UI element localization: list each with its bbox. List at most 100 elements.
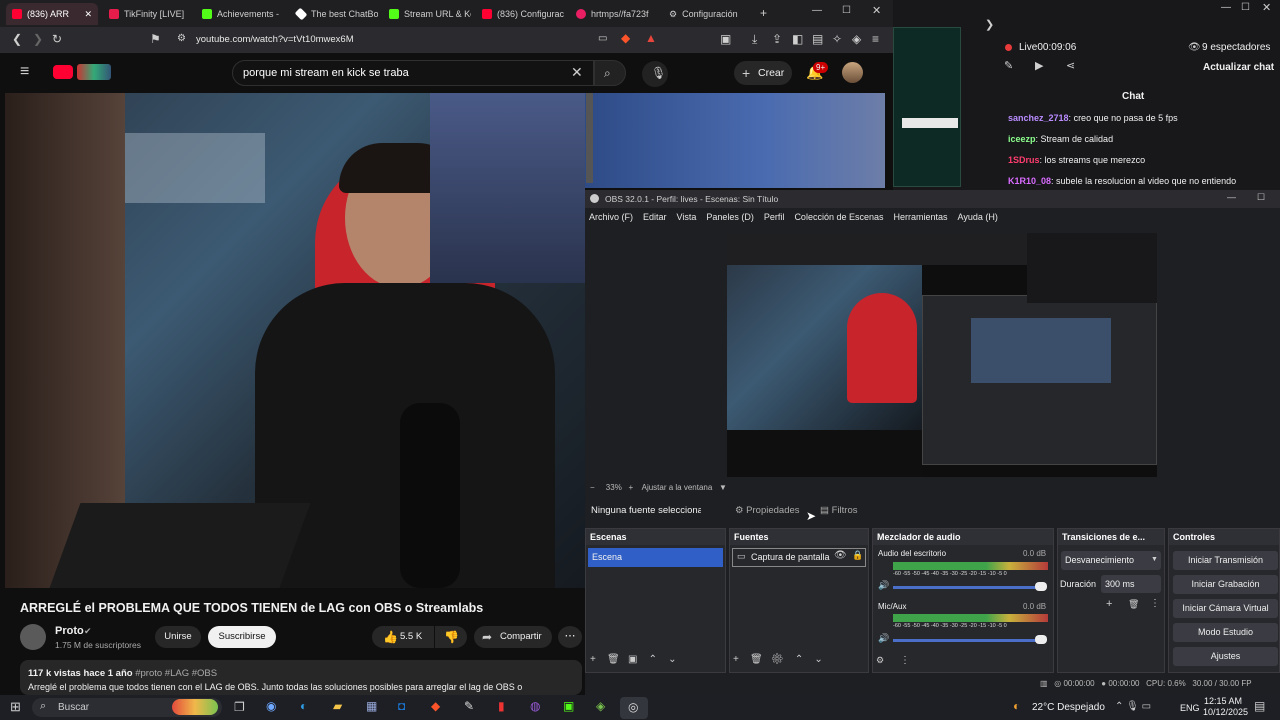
mic-tray-icon[interactable]: 🎙 — [1126, 701, 1139, 712]
close-window-icon[interactable]: ✕ — [1262, 3, 1271, 14]
clip-icon[interactable]: ▶ — [1035, 61, 1043, 72]
advanced-audio-icon[interactable]: ⚙ — [876, 656, 884, 665]
forward-icon[interactable]: ❯ — [33, 33, 43, 45]
tab-rtmp[interactable]: hrtmps//fa723f — [570, 3, 658, 25]
tab-youtube-config[interactable]: (836) Configurac — [476, 3, 564, 25]
minimize-icon[interactable]: — — [1221, 3, 1231, 13]
settings-button[interactable]: Ajustes — [1173, 647, 1278, 666]
copilot-icon[interactable]: ◉ — [266, 700, 276, 712]
volume-icon[interactable]: 🔊 — [878, 634, 889, 643]
tab-chatbot[interactable]: The best ChatBo — [290, 3, 378, 25]
add-transition-icon[interactable]: + — [1106, 599, 1112, 610]
new-tab-icon[interactable]: + — [760, 7, 767, 19]
channel-name[interactable]: Proto — [55, 625, 84, 637]
move-up-icon[interactable]: ⌃ — [795, 654, 803, 665]
store-icon[interactable]: ▦ — [366, 700, 377, 712]
windows-start-icon[interactable]: ⊞ — [10, 700, 21, 713]
fader-handle[interactable] — [1035, 635, 1047, 644]
menu-perfil[interactable]: Perfil — [764, 208, 785, 227]
remove-source-icon[interactable]: 🗑 — [750, 654, 763, 665]
studio-mode-button[interactable]: Modo Estudio — [1173, 623, 1278, 642]
scene-item[interactable]: Escena — [588, 548, 723, 567]
hamburger-icon[interactable]: ≡ — [20, 64, 29, 80]
source-settings-icon[interactable]: ⚙ — [771, 654, 784, 665]
expand-chevron-icon[interactable]: ❯ — [985, 20, 994, 31]
dislike-button[interactable]: 👎 — [435, 626, 467, 648]
join-button[interactable]: Unirse — [155, 626, 201, 648]
maximize-icon[interactable]: ☐ — [842, 6, 851, 16]
like-button[interactable]: 👍 5.5 K — [372, 626, 434, 648]
zoom-out-icon[interactable]: − — [590, 483, 595, 492]
reload-icon[interactable]: ↻ — [52, 33, 62, 45]
brave-icon[interactable]: ◆ — [431, 700, 440, 712]
close-window-icon[interactable]: ✕ — [872, 6, 881, 17]
page-scrollbar[interactable] — [586, 93, 593, 183]
clock[interactable]: 12:15 AM 10/12/2025 — [1203, 696, 1248, 718]
screenshot-icon[interactable]: ▣ — [720, 33, 731, 45]
tab-achievements[interactable]: Achievements - — [196, 3, 284, 25]
menu-archivo[interactable]: Archivo (F) — [589, 208, 633, 227]
obs-preview-canvas[interactable] — [727, 233, 1157, 477]
app-purple-icon[interactable]: ◍ — [530, 700, 540, 712]
tab-stream-url[interactable]: Stream URL & Ke — [383, 3, 471, 25]
share-button[interactable]: ➦ Compartir — [474, 626, 552, 648]
move-up-icon[interactable]: ⌃ — [649, 654, 657, 665]
video-player[interactable] — [5, 93, 585, 588]
add-source-icon[interactable]: + — [733, 654, 739, 665]
edit-pencil-icon[interactable]: ✎ — [1004, 61, 1013, 72]
chat-username[interactable]: K1R10_08 — [1008, 176, 1051, 186]
fit-to-window[interactable]: Ajustar a la ventana — [642, 483, 713, 492]
add-scene-icon[interactable]: + — [590, 654, 596, 665]
youtube-logo-icon[interactable] — [53, 65, 73, 79]
rewards-icon[interactable]: ▲ — [645, 32, 657, 44]
ai-icon[interactable]: ✧ — [832, 33, 842, 45]
hashtags[interactable]: #proto #LAG #OBS — [135, 668, 217, 679]
weather-text[interactable]: 22°C Despejado — [1032, 702, 1105, 713]
account-avatar[interactable] — [842, 62, 863, 83]
cast-icon[interactable]: ▭ — [598, 34, 607, 44]
desktop-audio-fader[interactable] — [893, 586, 1041, 589]
obs-taskbar-active[interactable]: ◎ — [620, 697, 648, 719]
tab-youtube-active[interactable]: (836) ARR ✕ — [6, 3, 98, 25]
filters-button[interactable]: ▤ Filtros — [820, 505, 858, 516]
tray-chevron-icon[interactable]: ⌃ — [1115, 701, 1123, 712]
edge-icon[interactable]: ◐ — [300, 700, 307, 712]
url-field[interactable]: youtube.com/watch?v=tVt10mwex6M — [168, 30, 588, 50]
kick-app-icon[interactable]: ▣ — [563, 700, 574, 712]
move-down-icon[interactable]: ⌄ — [814, 654, 822, 665]
search-button[interactable]: ⌕ — [594, 60, 626, 86]
share-icon[interactable]: ⋖ — [1066, 61, 1075, 72]
download-icon[interactable]: ⤓ — [752, 33, 757, 45]
file-explorer-icon[interactable]: ▰ — [333, 700, 342, 712]
chat-username[interactable]: sanchez_2718 — [1008, 113, 1069, 123]
brave-shield-icon[interactable]: ◆ — [621, 32, 630, 44]
outlook-icon[interactable]: ◘ — [398, 700, 405, 712]
close-tab-icon[interactable]: ✕ — [84, 9, 92, 20]
voice-search-button[interactable]: 🎙 — [642, 61, 668, 87]
menu-editar[interactable]: Editar — [643, 208, 667, 227]
fader-handle[interactable] — [1035, 582, 1047, 591]
minimize-icon[interactable]: — — [812, 6, 822, 16]
battery-icon[interactable]: ▭ — [1142, 701, 1151, 712]
duration-input[interactable]: 300 ms — [1101, 575, 1161, 593]
start-streaming-button[interactable]: Iniciar Transmisión — [1173, 551, 1278, 570]
menu-ayuda[interactable]: Ayuda (H) — [958, 208, 998, 227]
scene-filter-icon[interactable]: ▣ — [628, 654, 637, 665]
properties-button[interactable]: ⚙ Propiedades — [735, 505, 800, 516]
input-language[interactable]: ENG — [1180, 703, 1200, 713]
zoom-in-icon[interactable]: + — [628, 483, 633, 492]
volume-icon[interactable]: 🔊 — [878, 581, 889, 590]
tab-settings[interactable]: ⚙ Configuración — [663, 3, 755, 25]
transition-select[interactable]: Desvanecimiento ▼ — [1061, 551, 1161, 570]
maximize-icon[interactable]: ☐ — [1241, 3, 1250, 13]
menu-icon[interactable]: ≡ — [872, 33, 879, 45]
sidebar-icon[interactable]: ◧ — [792, 33, 803, 45]
visibility-eye-icon[interactable]: 👁 — [834, 551, 847, 561]
clear-search-icon[interactable]: ✕ — [571, 65, 583, 79]
menu-coleccion[interactable]: Colección de Escenas — [794, 208, 883, 227]
subscribe-button[interactable]: Suscribirse — [208, 626, 276, 648]
chat-username[interactable]: 1SDrus — [1008, 155, 1040, 165]
more-vertical-icon[interactable]: ⋮ — [900, 656, 910, 666]
move-down-icon[interactable]: ⌄ — [668, 654, 676, 665]
remove-scene-icon[interactable]: 🗑 — [607, 654, 620, 665]
